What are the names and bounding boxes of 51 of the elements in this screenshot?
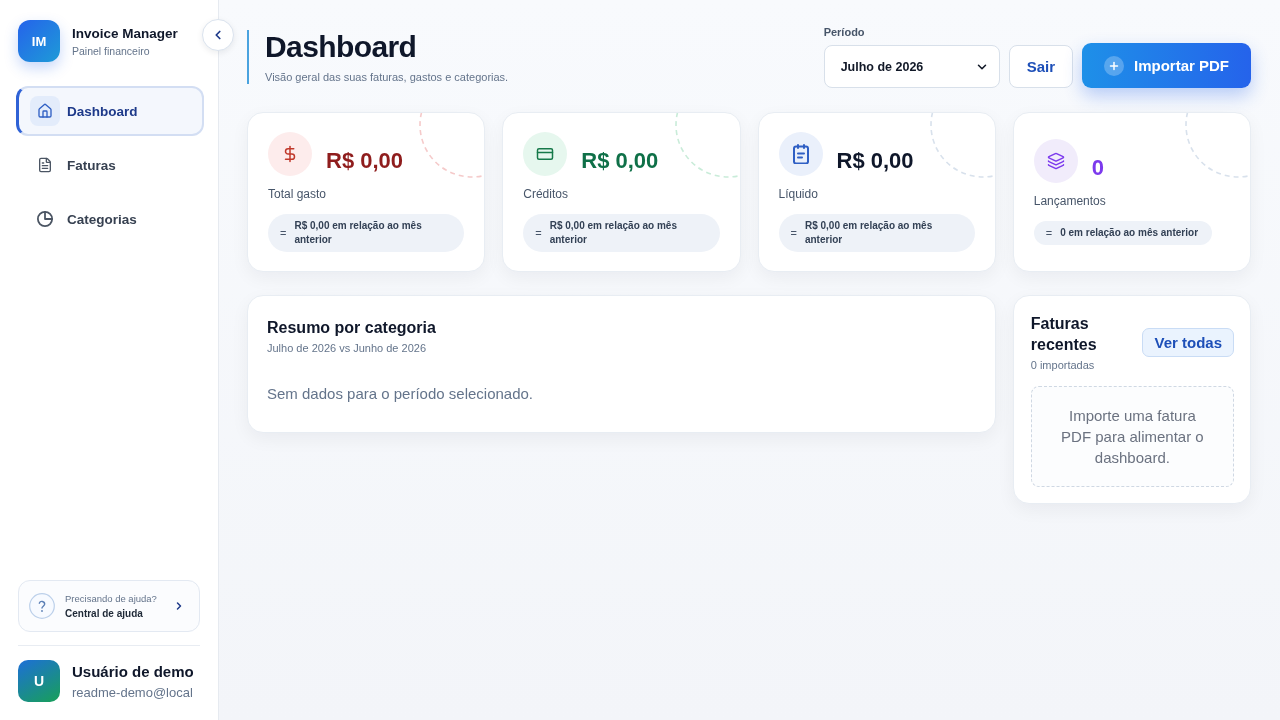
trend-symbol: = — [790, 227, 797, 239]
brand-logo: IM — [18, 20, 60, 62]
document-icon — [37, 157, 53, 173]
user-name: Usuário de demo — [72, 662, 194, 680]
card-title: Resumo por categoria — [267, 318, 437, 338]
stat-label: Lançamentos — [1033, 194, 1107, 208]
user-avatar: U — [18, 660, 60, 702]
trend-symbol: = — [535, 227, 542, 239]
stat-value: R$ 0,00 — [581, 150, 659, 175]
comparison-text: R$ 0,00 em relação ao mês anterior — [804, 219, 934, 247]
plus-icon — [1104, 55, 1124, 76]
trend-symbol: = — [280, 227, 287, 239]
stat-label: Líquido — [778, 187, 819, 201]
empty-message: Importe uma fatura PDF para alimentar o dashboard. — [1030, 386, 1234, 487]
stat-value: R$ 0,00 — [836, 150, 914, 175]
collapse-sidebar-button[interactable] — [202, 19, 234, 51]
stat-value: R$ 0,00 — [326, 150, 404, 175]
help-icon — [29, 593, 55, 619]
nav-item[interactable]: Dashboard — [16, 86, 204, 136]
help-card[interactable]: Precisando de ajuda? Central de ajuda — [18, 580, 200, 632]
comparison-text: 0 em relação ao mês anterior — [1060, 226, 1199, 240]
dollar-icon — [268, 132, 312, 176]
help-caption: Precisando de ajuda? — [65, 593, 158, 604]
import-pdf-button[interactable]: Importar PDF — [1082, 43, 1251, 88]
page-title: Dashboard — [265, 30, 418, 64]
view-all-button[interactable]: Ver todas — [1142, 327, 1234, 357]
layers-icon — [1033, 139, 1078, 183]
empty-message: Sem dados para o período selecionado. — [267, 385, 534, 402]
period-select[interactable]: Julho de 2026 — [823, 45, 1000, 88]
pie-chart-icon — [37, 211, 53, 227]
trend-symbol: = — [1045, 227, 1053, 239]
card-title: Faturas recentes — [1030, 314, 1098, 355]
app-title: Invoice Manager — [72, 25, 178, 41]
stat-label: Créditos — [523, 187, 569, 201]
house-icon — [30, 96, 60, 126]
notepad-icon — [778, 132, 823, 176]
nav-item[interactable]: Categorias — [16, 194, 204, 244]
comparison-text: R$ 0,00 em relação ao mês anterior — [294, 219, 423, 247]
period-label: Período — [823, 26, 866, 38]
app-subtitle: Painel financeiro — [72, 44, 151, 57]
logout-button[interactable]: Sair — [1008, 45, 1073, 88]
invoice-count: 0 importadas — [1030, 359, 1096, 371]
card-icon — [523, 132, 568, 176]
stat-value: 0 — [1091, 157, 1104, 182]
card-subtitle: Julho de 2026 vs Junho de 2026 — [267, 342, 428, 354]
stat-label: Total gasto — [268, 187, 328, 201]
nav-item[interactable]: Faturas — [16, 140, 204, 190]
user-email: readme-demo@local — [72, 684, 194, 700]
page-subtitle: Visão geral das suas faturas, gastos e categorias. — [265, 71, 509, 83]
help-center-link[interactable]: Central de ajuda — [65, 608, 163, 619]
comparison-text: R$ 0,00 em relação ao mês anterior — [549, 219, 678, 247]
